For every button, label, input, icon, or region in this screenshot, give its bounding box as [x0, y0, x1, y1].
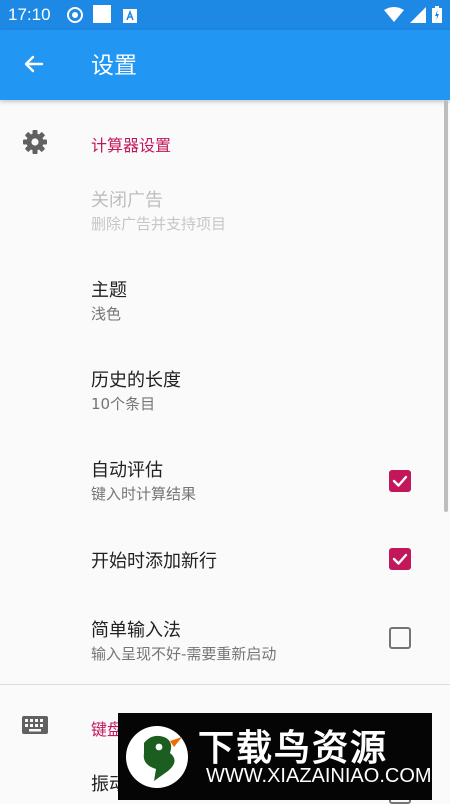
page-title: 设置	[91, 53, 137, 79]
pref-theme[interactable]: 主题 浅色	[0, 265, 443, 335]
back-button[interactable]	[18, 50, 50, 82]
status-time: 17:10	[8, 5, 51, 24]
battery-icon	[432, 6, 442, 27]
wifi-icon	[384, 6, 404, 27]
pref-summary: 删除广告并支持项目	[91, 215, 227, 233]
app-bar: 设置	[0, 30, 450, 100]
pref-summary: 浅色	[91, 305, 122, 323]
scrollbar[interactable]	[444, 100, 448, 512]
pref-title: 简单输入法	[91, 620, 181, 641]
bird-logo-icon	[124, 721, 190, 797]
section-header-calculator: 计算器设置	[91, 136, 172, 155]
watermark-url: WWW.XIAZAINIAO.COM	[206, 765, 432, 787]
pref-simple-input[interactable]: 简单输入法 输入呈现不好-需要重新启动	[0, 605, 443, 675]
keyboard-icon	[22, 715, 48, 739]
pref-title: 关闭广告	[91, 190, 163, 211]
pref-summary: 10个条目	[91, 395, 156, 413]
new-line-checkbox[interactable]	[389, 548, 411, 570]
pref-new-line-on-start[interactable]: 开始时添加新行	[0, 535, 443, 585]
white-square-icon	[93, 5, 111, 27]
pref-title: 自动评估	[91, 460, 163, 481]
simple-input-checkbox[interactable]	[389, 627, 411, 649]
pref-summary: 键入时计算结果	[91, 485, 197, 503]
status-right-group	[384, 6, 442, 27]
status-bar: 17:10	[0, 0, 450, 30]
a-box-icon	[123, 8, 137, 27]
pref-remove-ads[interactable]: 关闭广告 删除广告并支持项目	[0, 175, 443, 245]
watermark-title: 下载鸟资源	[198, 728, 389, 769]
auto-evaluate-checkbox[interactable]	[389, 470, 411, 492]
pref-title: 历史的长度	[91, 370, 181, 391]
pref-auto-evaluate[interactable]: 自动评估 键入时计算结果	[0, 445, 443, 515]
pref-title: 开始时添加新行	[91, 551, 217, 572]
signal-icon	[410, 6, 426, 27]
sync-circle-icon	[66, 6, 84, 28]
section-divider	[0, 684, 450, 685]
watermark-banner: 下载鸟资源 WWW.XIAZAINIAO.COM	[118, 713, 432, 800]
pref-title: 主题	[91, 280, 127, 301]
gear-icon	[22, 129, 48, 159]
check-icon	[392, 475, 408, 487]
pref-history-length[interactable]: 历史的长度 10个条目	[0, 355, 443, 425]
check-icon	[392, 553, 408, 565]
arrow-left-icon	[22, 52, 46, 80]
pref-summary: 输入呈现不好-需要重新启动	[91, 645, 277, 663]
